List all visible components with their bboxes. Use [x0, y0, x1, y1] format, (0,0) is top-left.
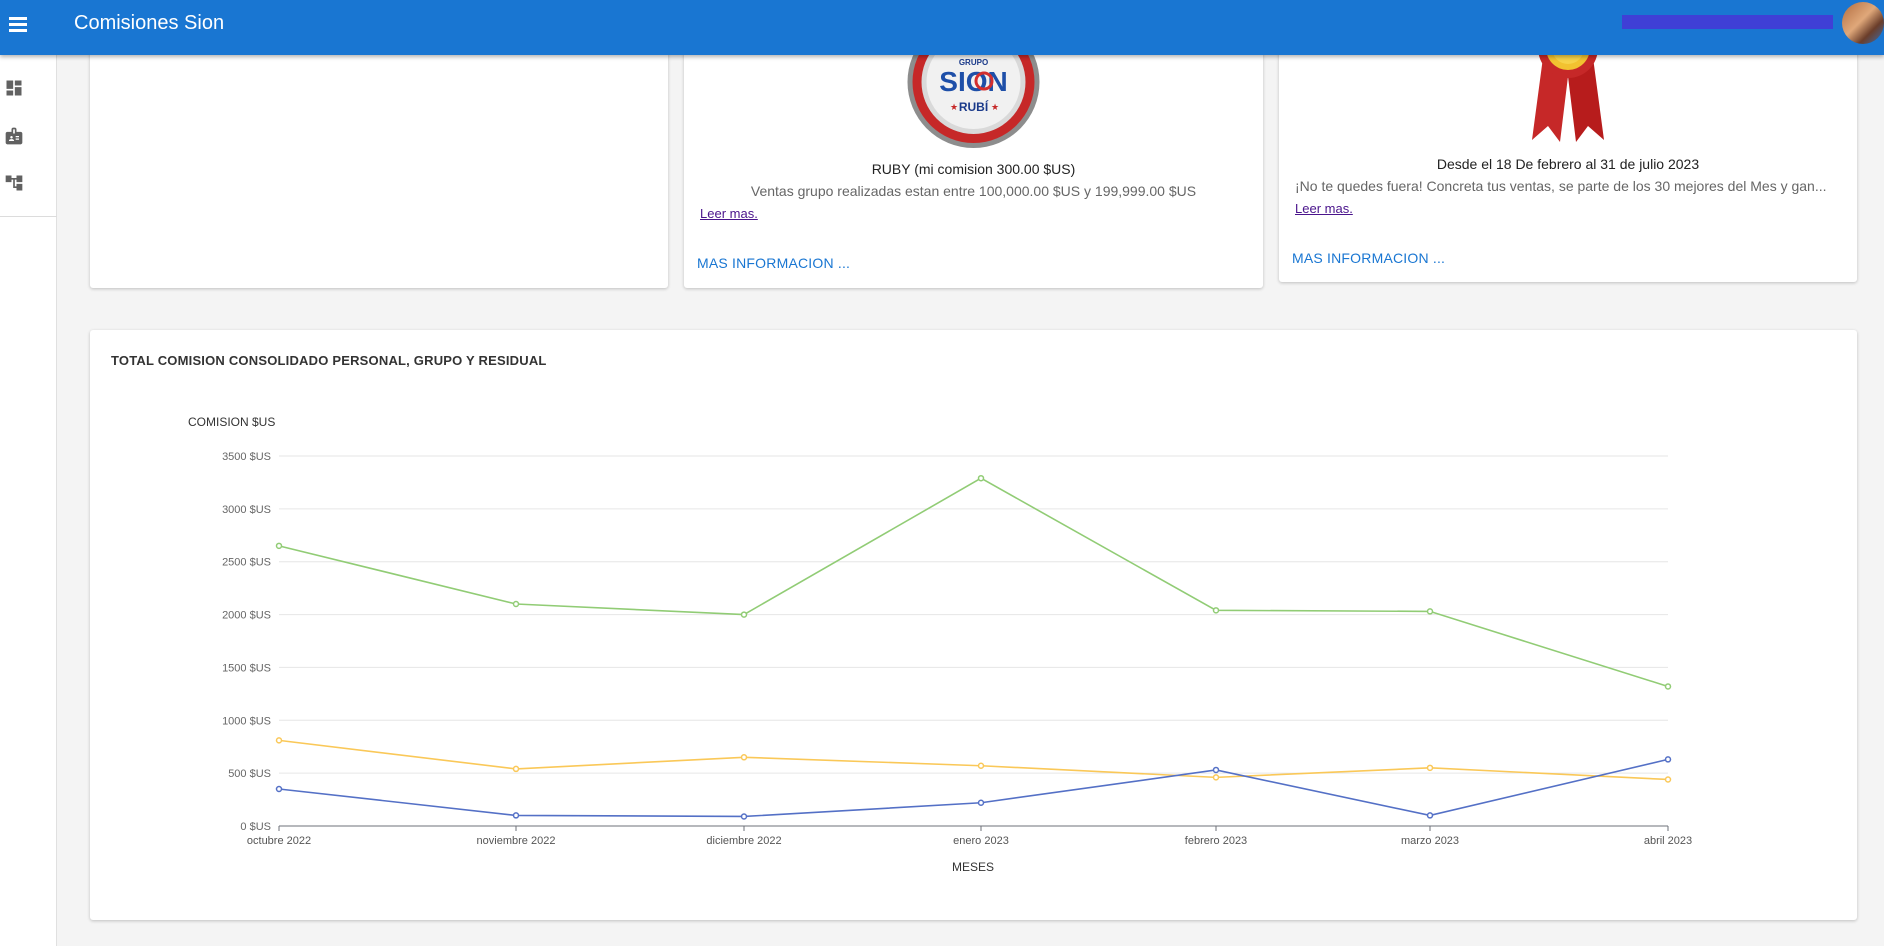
sidebar-item-dashboard[interactable] — [0, 64, 57, 112]
data-point — [977, 474, 985, 482]
y-tick-label: 3500 $US — [222, 451, 271, 463]
data-point — [1426, 764, 1434, 772]
sidebar-divider — [0, 216, 57, 217]
card-campaign: Desde el 18 De febrero al 31 de julio 20… — [1279, 40, 1857, 282]
data-point — [977, 799, 985, 806]
y-axis-label: COMISION $US — [188, 415, 275, 429]
app-bar: Comisiones Sion — [0, 0, 1884, 55]
data-point — [1426, 812, 1434, 819]
menu-icon[interactable] — [6, 12, 30, 36]
data-point — [1212, 607, 1220, 614]
card-ruby: GRUPO SION RUBÍ ★ ★ RUBY (mi comision 30… — [684, 40, 1263, 288]
x-tick-label: febrero 2023 — [1185, 835, 1247, 847]
x-tick-label: noviembre 2022 — [477, 835, 556, 847]
card-ruby-text: Ventas grupo realizadas estan entre 100,… — [750, 183, 1197, 199]
data-point — [740, 813, 748, 820]
y-tick-label: 1500 $US — [222, 662, 271, 674]
avatar[interactable] — [1842, 2, 1884, 44]
card-campaign-read-more-link[interactable]: Leer mas. — [1295, 201, 1353, 216]
series-line-0 — [278, 477, 1669, 688]
data-point — [275, 542, 283, 550]
card-ruby-title: RUBY (mi comision 300.00 $US) — [871, 161, 1076, 177]
y-tick-label: 2500 $US — [222, 557, 271, 569]
award-ribbon-icon — [1532, 40, 1604, 142]
data-point — [1664, 776, 1672, 783]
data-point — [1212, 774, 1220, 781]
chart-card: TOTAL COMISION CONSOLIDADO PERSONAL, GRU… — [90, 330, 1857, 920]
y-tick-label: 3000 $US — [222, 504, 271, 516]
data-point — [1664, 756, 1672, 763]
badge-text-bottom: RUBÍ — [959, 99, 989, 114]
svg-text:★: ★ — [991, 102, 999, 112]
y-tick-label: 0 $US — [240, 821, 271, 833]
card-empty — [90, 40, 668, 288]
y-tick-label: 2000 $US — [222, 610, 271, 622]
data-point — [1664, 683, 1672, 690]
card-ruby-more-info-button[interactable]: MAS INFORMACION ... — [697, 255, 850, 271]
sidebar-item-tree[interactable] — [0, 159, 57, 207]
card-ruby-read-more-link[interactable]: Leer mas. — [700, 206, 758, 221]
badge-text-main: SION — [939, 66, 1007, 97]
dashboard-icon — [6, 80, 22, 96]
x-tick-label: enero 2023 — [953, 835, 1009, 847]
data-point — [977, 762, 985, 769]
data-point — [512, 812, 520, 819]
y-tick-label: 500 $US — [228, 768, 271, 780]
badge-icon — [5, 127, 23, 145]
x-axis-label: MESES — [952, 860, 994, 874]
x-tick-label: marzo 2023 — [1401, 835, 1459, 847]
account-tree-icon — [5, 175, 23, 191]
sidebar — [0, 55, 57, 946]
sidebar-item-badge[interactable] — [0, 112, 57, 160]
x-tick-label: diciembre 2022 — [706, 835, 781, 847]
data-point — [512, 600, 520, 608]
card-campaign-title: Desde el 18 De febrero al 31 de julio 20… — [1436, 156, 1700, 172]
line-chart: COMISION $US MESES 0 $US 500 $US 1000 $US 1… — [188, 415, 1692, 874]
y-tick-label: 1000 $US — [222, 715, 271, 727]
data-point — [512, 765, 520, 773]
x-tick-label: abril 2023 — [1644, 835, 1692, 847]
data-point — [1426, 608, 1434, 615]
data-point — [740, 611, 748, 618]
data-point — [275, 737, 283, 744]
sion-ruby-badge-icon: GRUPO SION RUBÍ ★ ★ — [907, 40, 1040, 148]
data-point — [1212, 766, 1220, 774]
svg-text:★: ★ — [950, 102, 958, 112]
app-title: Comisiones Sion — [74, 12, 225, 34]
x-tick-label: octubre 2022 — [247, 835, 311, 847]
series-line-2 — [278, 758, 1669, 818]
card-campaign-text: ¡No te quedes fuera! Concreta tus ventas… — [1295, 178, 1827, 194]
data-point — [740, 754, 748, 761]
card-campaign-more-info-button[interactable]: MAS INFORMACION ... — [1292, 250, 1445, 266]
header-highlight-bar — [1622, 15, 1833, 29]
data-point — [275, 785, 283, 793]
